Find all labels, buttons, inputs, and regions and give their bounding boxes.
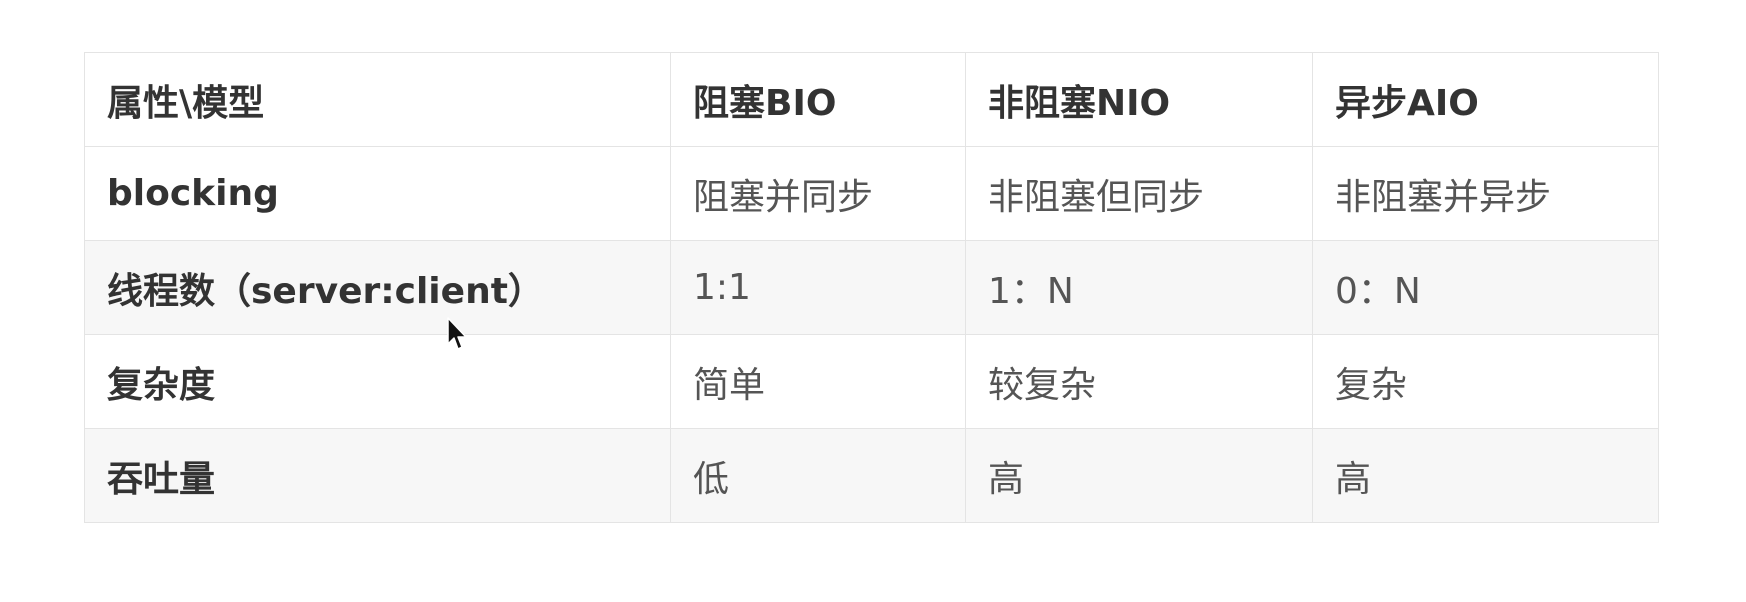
cell-complexity-bio: 简单 — [670, 334, 966, 429]
cell-threads-aio: 0：N — [1312, 240, 1659, 335]
cell-throughput-aio: 高 — [1312, 428, 1659, 523]
row-label-complexity: 复杂度 — [84, 334, 671, 429]
cell-complexity-aio: 复杂 — [1312, 334, 1659, 429]
cell-throughput-bio: 低 — [670, 428, 966, 523]
row-label-blocking: blocking — [84, 146, 671, 241]
cell-complexity-nio: 较复杂 — [965, 334, 1313, 429]
header-cell-nio: 非阻塞NIO — [965, 52, 1313, 147]
header-cell-aio: 异步AIO — [1312, 52, 1659, 147]
table-header-row: 属性\模型 阻塞BIO 非阻塞NIO 异步AIO — [84, 52, 1659, 147]
comparison-table-container: 属性\模型 阻塞BIO 非阻塞NIO 异步AIO blocking 阻塞并同步 … — [84, 52, 1659, 523]
cell-blocking-bio: 阻塞并同步 — [670, 146, 966, 241]
header-cell-attribute-model: 属性\模型 — [84, 52, 671, 147]
row-label-threads: 线程数（server:client） — [84, 240, 671, 335]
cell-throughput-nio: 高 — [965, 428, 1313, 523]
cell-threads-nio: 1：N — [965, 240, 1313, 335]
cell-threads-bio: 1:1 — [670, 240, 966, 335]
table-row-threads: 线程数（server:client） 1:1 1：N 0：N — [84, 240, 1659, 335]
mouse-pointer-icon — [447, 317, 467, 350]
table-row-blocking: blocking 阻塞并同步 非阻塞但同步 非阻塞并异步 — [84, 146, 1659, 241]
header-cell-bio: 阻塞BIO — [670, 52, 966, 147]
row-label-throughput: 吞吐量 — [84, 428, 671, 523]
table-row-complexity: 复杂度 简单 较复杂 复杂 — [84, 334, 1659, 429]
cell-blocking-nio: 非阻塞但同步 — [965, 146, 1313, 241]
table-row-throughput: 吞吐量 低 高 高 — [84, 428, 1659, 523]
cell-blocking-aio: 非阻塞并异步 — [1312, 146, 1659, 241]
io-model-comparison-table: 属性\模型 阻塞BIO 非阻塞NIO 异步AIO blocking 阻塞并同步 … — [84, 52, 1659, 523]
